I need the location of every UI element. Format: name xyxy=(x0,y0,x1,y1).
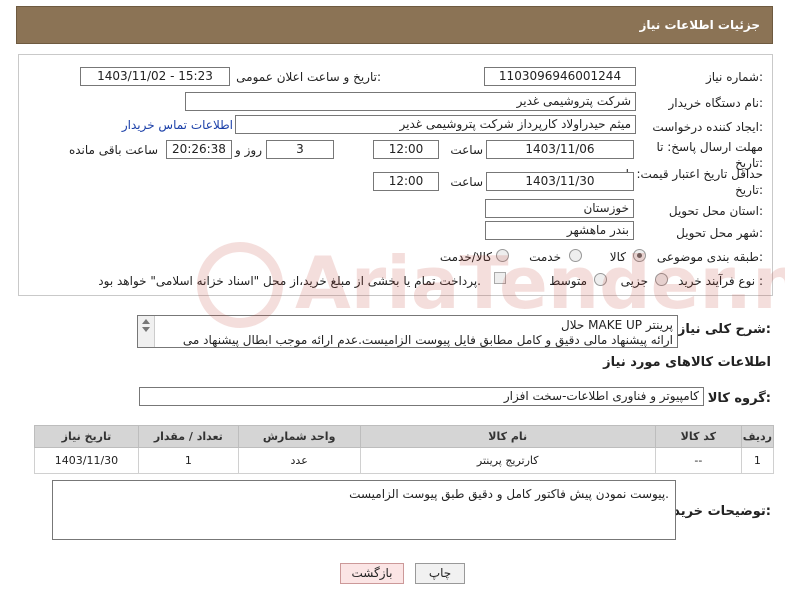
back-button[interactable]: بازگشت xyxy=(340,563,404,584)
price-validity-time-field: 12:00 xyxy=(373,172,439,191)
cell-unit: عدد xyxy=(237,447,361,474)
category-service-label: خدمت xyxy=(529,250,561,264)
cell-quantity: 1 xyxy=(137,447,239,474)
description-line-1: حلال MAKE UP پرینتر xyxy=(561,318,673,332)
need-number-field: 1103096946001244 xyxy=(484,67,636,86)
process-minor-label: جزیی xyxy=(620,274,648,288)
treasury-payment-checkbox[interactable] xyxy=(494,272,506,284)
process-minor-radio[interactable] xyxy=(655,273,668,286)
category-label: طبقه بندی موضوعی: xyxy=(656,250,763,264)
goods-section-title: اطلاعات کالاهای مورد نیاز xyxy=(603,355,771,370)
process-medium-label: متوسط xyxy=(549,274,587,288)
col-item-name: نام کالا xyxy=(359,425,656,448)
remaining-time-label: ساعت باقی مانده xyxy=(68,143,158,157)
buyer-contact-link[interactable]: اطلاعات تماس خریدار xyxy=(122,118,233,132)
remaining-time-field: 20:26:38 xyxy=(166,140,232,159)
cell-item-code: -- xyxy=(654,447,742,474)
description-line-2: ارائه پیشنهاد مالی دقیق و کامل مطابق فای… xyxy=(182,333,673,347)
need-number-label: شماره نیاز: xyxy=(705,70,763,84)
cell-item-name: کارتریج پرینتر xyxy=(359,447,656,474)
requester-label: ایجاد کننده درخواست: xyxy=(652,120,763,134)
category-goods-service-label: کالا/خدمت xyxy=(439,250,492,264)
price-validity-date-field: 1403/11/30 xyxy=(486,172,634,191)
col-unit: واحد شمارش xyxy=(237,425,361,448)
category-goods-radio[interactable] xyxy=(633,249,646,262)
process-type-label: نوع فرآیند خرید : xyxy=(678,274,763,288)
announce-datetime-field: 1403/11/02 - 15:23 xyxy=(80,67,230,86)
col-row: ردیف xyxy=(740,425,775,448)
items-table: تاریخ نیاز تعداد / مقدار واحد شمارش نام … xyxy=(34,425,775,474)
reply-deadline-date-field: 1403/11/06 xyxy=(486,140,634,159)
buyer-org-field: شرکت پتروشیمی غدیر xyxy=(185,92,636,111)
city-field: بندر ماهشهر xyxy=(485,221,634,240)
reply-deadline-time-label: ساعت xyxy=(450,143,483,157)
goods-group-field: کامپیوتر و فناوری اطلاعات-سخت افزار xyxy=(139,387,704,406)
buyer-notes-text: پیوست نمودن پیش فاکتور کامل و دقیق طبق پ… xyxy=(349,487,669,501)
category-goods-label: کالا xyxy=(609,250,626,264)
city-label: شهر محل تحویل: xyxy=(676,226,763,240)
description-textarea[interactable]: حلال MAKE UP پرینتر ارائه پیشنهاد مالی د… xyxy=(137,315,678,348)
remaining-days-label: روز و xyxy=(235,143,262,157)
cell-need-date: 1403/11/30 xyxy=(34,447,139,474)
treasury-payment-note: پرداخت تمام یا بخشی از مبلغ خرید،از محل … xyxy=(98,274,481,288)
requester-field: میثم حیدراولاد کارپرداز شرکت پتروشیمی غد… xyxy=(235,115,636,134)
buyer-org-label: نام دستگاه خریدار: xyxy=(668,96,764,110)
price-validity-time-label: ساعت xyxy=(450,175,483,189)
col-need-date: تاریخ نیاز xyxy=(34,425,139,448)
buyer-notes-textarea[interactable]: پیوست نمودن پیش فاکتور کامل و دقیق طبق پ… xyxy=(52,480,676,540)
col-quantity: تعداد / مقدار xyxy=(137,425,239,448)
scroll-up-icon[interactable] xyxy=(142,319,150,324)
table-row: 1403/11/30 1 عدد کارتریج پرینتر -- 1 xyxy=(34,447,775,474)
cell-row: 1 xyxy=(740,447,775,474)
reply-deadline-time-field: 12:00 xyxy=(373,140,439,159)
category-service-radio[interactable] xyxy=(569,249,582,262)
page-header: جزئیات اطلاعات نیاز xyxy=(16,6,773,44)
col-item-code: کد کالا xyxy=(654,425,742,448)
description-scrollbar[interactable] xyxy=(138,316,155,347)
province-label: استان محل تحویل: xyxy=(668,204,763,218)
goods-group-label: گروه کالا: xyxy=(707,391,771,406)
page-title: جزئیات اطلاعات نیاز xyxy=(639,18,760,32)
table-header-row: تاریخ نیاز تعداد / مقدار واحد شمارش نام … xyxy=(34,425,775,448)
category-goods-service-radio[interactable] xyxy=(496,249,509,262)
price-validity-label: حداقل تاریخ اعتبار قیمت: تا تاریخ: xyxy=(625,167,763,197)
announce-datetime-label: تاریخ و ساعت اعلان عمومی: xyxy=(236,70,381,84)
print-button[interactable]: چاپ xyxy=(415,563,465,584)
process-medium-radio[interactable] xyxy=(594,273,607,286)
scroll-down-icon[interactable] xyxy=(142,327,150,332)
buyer-notes-label: توضیحات خریدار: xyxy=(661,504,771,519)
description-label: شرح کلی نیاز: xyxy=(677,322,771,337)
remaining-days-field: 3 xyxy=(266,140,334,159)
province-field: خوزستان xyxy=(485,199,634,218)
